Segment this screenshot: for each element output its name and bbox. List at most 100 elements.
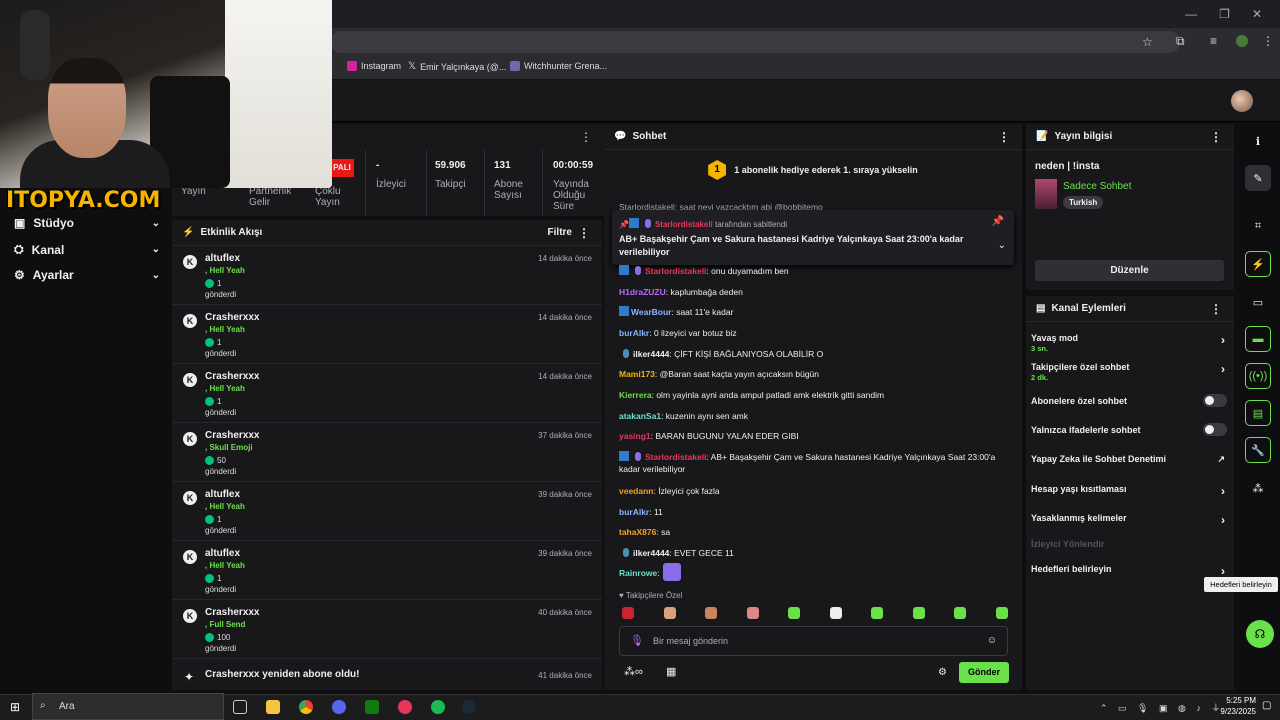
media-icon[interactable]: ≡ bbox=[1210, 34, 1217, 48]
activity-item[interactable]: K Crasherxxx, Hell Yeah 1 gönderdi 14 dakika… bbox=[172, 305, 602, 364]
clock[interactable]: 5:25 PM 9/23/2025 bbox=[1196, 695, 1256, 717]
obs-icon[interactable] bbox=[398, 700, 412, 714]
bookmark-witchhunter[interactable]: Witchhunter Grena... bbox=[510, 61, 607, 71]
sidebar-item-channel[interactable]: ⛭ Kanal ⌄ bbox=[14, 242, 160, 257]
pencil-icon[interactable]: ✎ bbox=[1245, 165, 1271, 191]
category-link[interactable]: Sadece Sohbet bbox=[1063, 181, 1131, 192]
filter-button[interactable]: Filtre bbox=[548, 227, 572, 238]
chat-message[interactable]: burAlkr: 0 ilzeyici var botuz biz bbox=[619, 327, 1009, 339]
channel-action-item[interactable]: Yavaş mod 3 sn. › bbox=[1031, 333, 1229, 353]
more-options-icon[interactable]: ⋮ bbox=[1210, 302, 1222, 316]
rank-badge-icon: 1 bbox=[708, 160, 727, 180]
more-options-icon[interactable]: ⋮ bbox=[578, 226, 590, 240]
steam-icon[interactable] bbox=[462, 700, 476, 714]
chat-message[interactable]: Starlordistakeli: AB+ Başakşehir Çam ve … bbox=[619, 451, 1009, 475]
activity-item[interactable]: Kaltuflex, Hell Yeah 1 gönderdi 14 dakika ö… bbox=[172, 246, 602, 305]
pinned-message[interactable]: 📌 Starlordistakeli tarafından sabitlendi … bbox=[612, 210, 1014, 265]
emote-button[interactable] bbox=[871, 607, 883, 619]
chat-message[interactable]: yasing1: BARAN BUGUNU YALAN EDER GIBI bbox=[619, 430, 1009, 442]
info-icon[interactable]: ℹ bbox=[1245, 128, 1271, 154]
send-button[interactable]: Gönder bbox=[959, 662, 1009, 683]
emoji-icon[interactable]: ☺ bbox=[987, 635, 997, 646]
notifications-icon[interactable]: ▢ bbox=[1262, 700, 1271, 711]
star-icon[interactable]: ☆ bbox=[1142, 35, 1153, 49]
store-icon[interactable]: ▦ bbox=[666, 665, 676, 678]
stat-uptime: 00:00:59 Yayında Olduğu Süre bbox=[553, 160, 594, 212]
task-view-icon[interactable] bbox=[233, 700, 247, 714]
restore-icon[interactable]: ❐ bbox=[1219, 7, 1230, 21]
microphone-icon[interactable]: 🎙 bbox=[630, 634, 644, 647]
emote-button[interactable] bbox=[746, 607, 759, 619]
more-options-icon[interactable]: ⋮ bbox=[998, 130, 1010, 144]
lightning-icon[interactable]: ⚡ bbox=[1245, 251, 1271, 277]
windows-start-icon[interactable]: ⊞ bbox=[10, 700, 20, 714]
channel-action-item[interactable]: Yasaklanmış kelimeler › bbox=[1031, 513, 1229, 527]
avatar[interactable] bbox=[1231, 90, 1253, 112]
channel-action-item[interactable]: Hesap yaşı kısıtlaması › bbox=[1031, 484, 1229, 498]
sidebar-item-studio[interactable]: ▣ Stüdyo ⌄ bbox=[14, 216, 160, 230]
document-icon[interactable]: ▭ bbox=[1245, 289, 1271, 315]
chat-message[interactable]: burAlkr: 11 bbox=[619, 506, 1009, 518]
sidebar-item-settings[interactable]: ⚙ Ayarlar ⌄ bbox=[14, 268, 160, 282]
emote-button[interactable] bbox=[705, 607, 717, 619]
minimize-icon[interactable]: — bbox=[1185, 7, 1197, 21]
channel-action-item[interactable]: Yapay Zeka ile Sohbet Denetimi ↗ bbox=[1031, 454, 1229, 464]
chevron-down-icon[interactable]: ⌄ bbox=[998, 240, 1006, 251]
chat-message[interactable]: ilker4444: ÇİFT KİŞİ BAĞLANIYOSA OLABİLİ… bbox=[619, 348, 1009, 360]
taskbar-search[interactable]: ⌕ Ara bbox=[32, 693, 224, 720]
unpin-icon[interactable]: 📌 bbox=[992, 216, 1004, 227]
activity-item[interactable]: Kaltuflex, Hell Yeah 1 gönderdi 39 dakika ö… bbox=[172, 541, 602, 600]
chat-message[interactable]: tahaX876: sa bbox=[619, 526, 1009, 538]
chat-message[interactable]: ilker4444: EVET GECE 11 bbox=[619, 547, 1009, 559]
layout-icon[interactable]: ▤ bbox=[1245, 400, 1271, 426]
chrome-icon[interactable] bbox=[299, 700, 313, 714]
gear-icon[interactable]: ⚙ bbox=[938, 667, 947, 678]
wrench-icon[interactable]: 🔧 bbox=[1245, 437, 1271, 463]
stream-info-panel: 📝 Yayın bilgisi ⋮ neden | !insta Sadece … bbox=[1026, 124, 1234, 290]
gift-goal-banner[interactable]: 1 1 abonelik hediye ederek 1. sıraya yük… bbox=[604, 150, 1022, 190]
xbox-icon[interactable] bbox=[365, 700, 379, 714]
spotify-icon[interactable] bbox=[431, 700, 445, 714]
channel-action-item[interactable]: Abonelere özel sohbet bbox=[1031, 394, 1229, 407]
emote-button[interactable] bbox=[912, 607, 925, 619]
activity-item[interactable]: K Crasherxxx, Hell Yeah 1 gönderdi 14 dakika… bbox=[172, 364, 602, 423]
chat-message[interactable]: Mami173: @Baran saat kaçta yayın açıcaks… bbox=[619, 368, 1009, 380]
capture-icon[interactable]: ⌗ bbox=[1245, 213, 1271, 239]
channel-action-item[interactable]: Hedefleri belirleyin › bbox=[1031, 564, 1229, 578]
emote-button[interactable] bbox=[663, 607, 676, 619]
emote-button[interactable] bbox=[995, 607, 1008, 619]
chat-message[interactable]: Kierrera: olm yayinla ayni anda ampul pa… bbox=[619, 389, 1009, 401]
chat-message[interactable]: H1draZUZU: kaplumbağa deden bbox=[619, 286, 1009, 298]
chat-message[interactable]: atakanSa1: kuzenin aynı sen amk bbox=[619, 410, 1009, 422]
chat-icon[interactable]: ▬ bbox=[1245, 326, 1271, 352]
broadcast-icon[interactable]: ((•)) bbox=[1245, 363, 1271, 389]
channel-action-item[interactable]: Yalnızca ifadelerle sohbet bbox=[1031, 423, 1229, 436]
more-options-icon[interactable]: ⋮ bbox=[1210, 130, 1222, 144]
edit-button[interactable]: Düzenle bbox=[1035, 260, 1224, 281]
activity-item[interactable]: K Crasherxxx, Full Send 100 gönderdi 40 daki… bbox=[172, 600, 602, 659]
menu-icon[interactable]: ⋮ bbox=[1262, 34, 1274, 48]
chat-message[interactable]: WearBour: saat 11'e kadar bbox=[619, 306, 1009, 318]
bookmark-instagram[interactable]: Instagram bbox=[347, 61, 401, 71]
chat-input[interactable]: 🎙 Bir mesaj gönderin ☺ bbox=[619, 626, 1008, 656]
more-options-icon[interactable]: ⋮ bbox=[580, 130, 592, 144]
folder-icon[interactable] bbox=[266, 700, 280, 714]
users-icon[interactable]: ⁂ bbox=[1245, 475, 1271, 501]
emote-button[interactable] bbox=[622, 607, 634, 619]
emote-button[interactable] bbox=[788, 607, 800, 619]
chat-message[interactable]: veedann: İzleyici çok fazla bbox=[619, 485, 1009, 497]
extensions-icon[interactable]: ⧉ bbox=[1176, 34, 1185, 49]
bookmark-x[interactable]: 𝕏 Emir Yalçınkaya (@... bbox=[408, 61, 506, 72]
support-icon[interactable]: ☊ bbox=[1246, 620, 1274, 648]
discord-icon[interactable] bbox=[332, 700, 346, 714]
activity-item[interactable]: K Crasherxxx, Skull Emoji 50 gönderdi 37 dak… bbox=[172, 423, 602, 482]
emote-button[interactable] bbox=[829, 607, 842, 619]
chat-message[interactable]: Starlordistakeli: onu duyamadım ben bbox=[619, 265, 1009, 277]
address-bar[interactable] bbox=[330, 31, 1180, 53]
activity-item[interactable]: Kaltuflex, Hell Yeah 1 gönderdi 39 dakika ö… bbox=[172, 482, 602, 541]
emote-button[interactable] bbox=[954, 607, 966, 619]
channel-action-item[interactable]: Takipçilere özel sohbet 2 dk. › bbox=[1031, 362, 1229, 382]
close-icon[interactable]: ✕ bbox=[1252, 7, 1262, 21]
profile-icon[interactable] bbox=[1236, 35, 1248, 47]
points-icon[interactable]: ⁂∞ bbox=[624, 665, 643, 678]
